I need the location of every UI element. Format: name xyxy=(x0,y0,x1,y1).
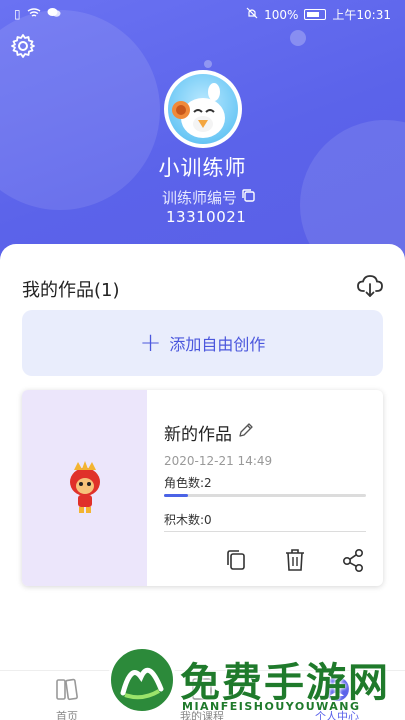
mute-icon xyxy=(246,7,258,22)
battery-icon xyxy=(304,9,327,20)
tab-my-courses[interactable]: 我的课程 xyxy=(157,675,247,720)
trash-icon[interactable] xyxy=(284,548,306,572)
share-icon[interactable] xyxy=(342,548,364,572)
blocks-count: 积木数:0 xyxy=(164,513,212,527)
course-icon xyxy=(192,678,212,700)
tab-home-label: 首页 xyxy=(56,710,78,720)
work-name: 新的作品 xyxy=(164,425,232,445)
mascot-avatar-image xyxy=(168,74,238,144)
roles-count: 角色数:2 xyxy=(164,476,212,490)
chat-icon xyxy=(47,7,61,21)
avatar[interactable] xyxy=(164,70,242,148)
work-date: 2020-12-21 14:49 xyxy=(164,454,273,468)
profile-name: 小训练师 xyxy=(158,156,247,180)
works-title: 我的作品(1) xyxy=(22,280,120,301)
work-title-row: 新的作品 xyxy=(164,420,254,445)
books-icon xyxy=(56,678,78,701)
wifi-icon xyxy=(27,7,41,21)
tab-my-courses-label: 我的课程 xyxy=(180,710,224,720)
roles-progress-fill xyxy=(164,494,189,497)
status-bar: ▯ 100% 上午10:31 xyxy=(0,0,405,28)
works-section: 我的作品(1) + 添加自由创作 新的作品 2020-12-21 14:49 角… xyxy=(0,244,405,670)
add-free-creation-label: 添加自由创作 xyxy=(169,335,266,354)
settings-gear-icon[interactable] xyxy=(10,33,36,59)
sim-icon: ▯ xyxy=(14,7,21,21)
user-icon xyxy=(325,677,349,701)
battery-percent: 100% xyxy=(264,7,299,22)
tab-profile-center-label: 个人中心 xyxy=(315,710,359,720)
roles-progress-bar xyxy=(164,494,366,497)
work-thumbnail[interactable] xyxy=(22,390,147,586)
bottom-tab-bar: 首页 我的课程 个人中心 xyxy=(0,670,405,720)
tab-home[interactable]: 首页 xyxy=(22,675,112,720)
trainer-id-value: 13310021 xyxy=(166,208,247,226)
copy-work-icon[interactable] xyxy=(225,548,247,572)
trainer-id-label: 训练师编号 xyxy=(162,189,238,207)
trainer-id-row: 训练师编号 xyxy=(162,187,256,208)
divider xyxy=(164,531,366,532)
work-card[interactable]: 新的作品 2020-12-21 14:49 角色数:2 积木数:0 xyxy=(22,390,383,586)
plus-icon: + xyxy=(139,328,162,358)
copy-icon[interactable] xyxy=(241,188,256,207)
add-free-creation-button[interactable]: + 添加自由创作 xyxy=(22,310,383,376)
character-sprite-icon xyxy=(70,461,100,513)
edit-pencil-icon[interactable] xyxy=(238,422,254,443)
tab-profile-center[interactable]: 个人中心 xyxy=(292,675,382,720)
cloud-download-icon[interactable] xyxy=(357,274,383,298)
clock: 上午10:31 xyxy=(332,8,391,22)
